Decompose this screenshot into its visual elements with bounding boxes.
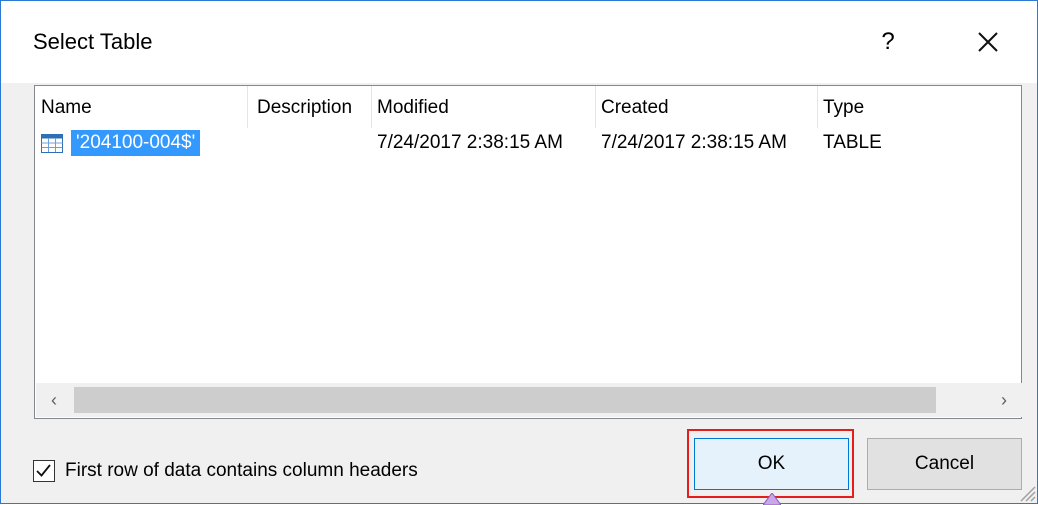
column-divider[interactable] xyxy=(247,86,248,128)
scroll-right-button[interactable]: › xyxy=(986,383,1022,417)
pointer-arrow-icon xyxy=(763,493,781,505)
column-header-description[interactable]: Description xyxy=(251,86,371,128)
column-header-modified[interactable]: Modified xyxy=(371,86,599,128)
first-row-headers-label[interactable]: First row of data contains column header… xyxy=(65,457,418,485)
title-bar: Select Table ? xyxy=(1,1,1037,83)
cell-type: TABLE xyxy=(823,132,882,153)
checkmark-icon xyxy=(36,464,51,477)
cell-description xyxy=(251,128,371,158)
cancel-button[interactable]: Cancel xyxy=(867,438,1022,490)
cell-modified: 7/24/2017 2:38:15 AM xyxy=(377,132,563,153)
first-row-headers-option[interactable]: First row of data contains column header… xyxy=(33,457,418,485)
first-row-headers-checkbox[interactable] xyxy=(33,460,55,482)
dialog-title: Select Table xyxy=(33,29,153,54)
column-header-created[interactable]: Created xyxy=(595,86,817,128)
select-table-dialog: Select Table ? Name Description Modified… xyxy=(0,0,1038,505)
scroll-thumb[interactable] xyxy=(74,387,936,413)
column-header-type[interactable]: Type xyxy=(817,86,937,128)
close-icon xyxy=(978,32,998,52)
cell-name[interactable]: '204100-004$' xyxy=(71,130,201,156)
close-button[interactable] xyxy=(959,19,1015,65)
column-header-name[interactable]: Name xyxy=(35,86,247,128)
table-list[interactable]: Name Description Modified Created Type '… xyxy=(34,85,1022,419)
horizontal-scrollbar[interactable]: ‹ › xyxy=(36,383,1022,417)
ok-button[interactable]: OK xyxy=(694,438,849,490)
help-button[interactable]: ? xyxy=(863,19,913,65)
resize-grip-icon[interactable] xyxy=(1015,481,1037,503)
table-row[interactable]: '204100-004$' 7/24/2017 2:38:15 AM 7/24/… xyxy=(35,128,1021,158)
table-icon xyxy=(41,134,63,153)
scroll-left-button[interactable]: ‹ xyxy=(36,383,72,417)
column-header-row: Name Description Modified Created Type xyxy=(35,86,1021,128)
cell-created: 7/24/2017 2:38:15 AM xyxy=(601,132,787,153)
